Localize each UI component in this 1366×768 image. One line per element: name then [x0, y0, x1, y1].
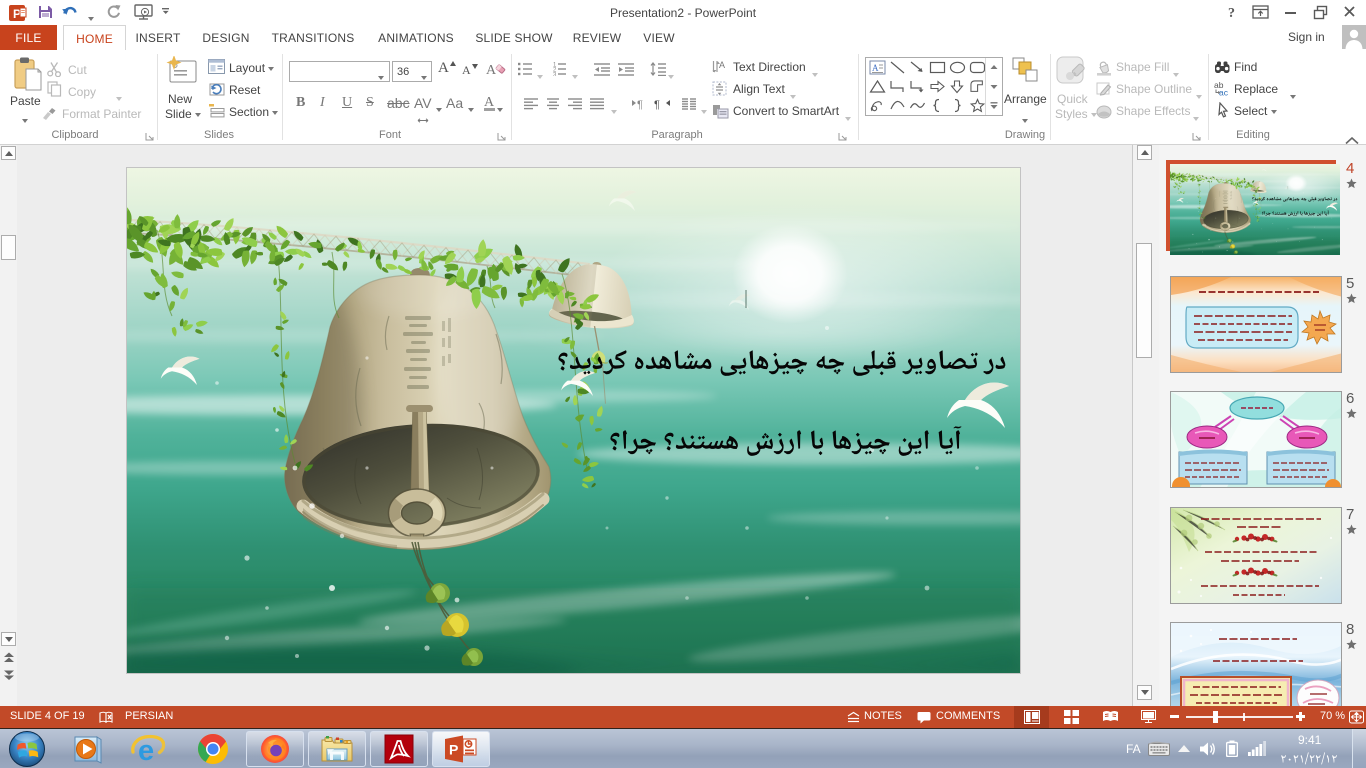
svg-text:3: 3 — [553, 73, 557, 77]
svg-text:¶: ¶ — [637, 99, 643, 110]
svg-text:ac: ac — [1219, 88, 1229, 97]
svg-text:A: A — [719, 60, 725, 70]
svg-text:¶: ¶ — [654, 99, 660, 110]
svg-text:P: P — [449, 742, 458, 758]
svg-text:A: A — [872, 63, 879, 73]
svg-text:A: A — [486, 63, 497, 78]
svg-text:?: ? — [1228, 6, 1235, 21]
